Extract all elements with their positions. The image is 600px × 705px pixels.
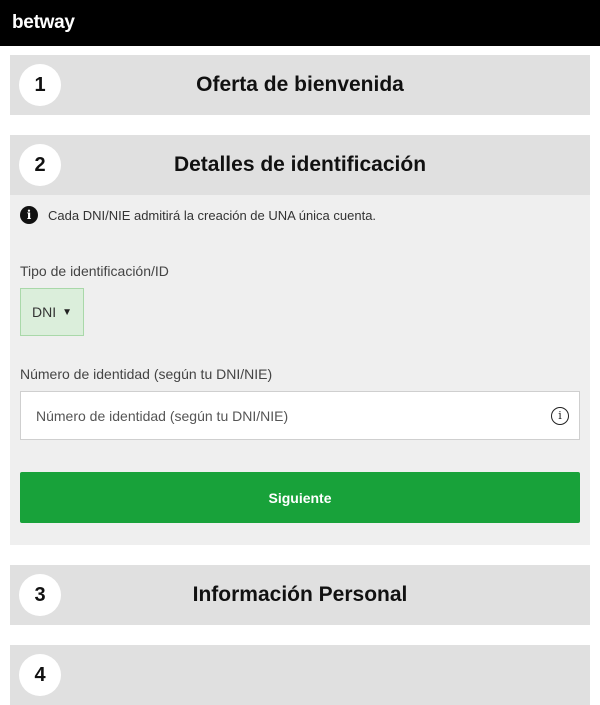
info-icon: i: [20, 206, 38, 224]
notice-text: Cada DNI/NIE admitirá la creación de UNA…: [48, 207, 377, 223]
step-title: Información Personal: [192, 583, 408, 606]
account-notice: i Cada DNI/NIE admitirá la creación de U…: [20, 205, 580, 225]
step-header[interactable]: 1 Oferta de bienvenida: [10, 55, 590, 115]
id-type-label: Tipo de identificación/ID: [20, 263, 169, 279]
top-bar: betway: [0, 0, 600, 46]
step-number-badge: 4: [19, 654, 61, 696]
step-number-badge: 1: [19, 64, 61, 106]
step-header[interactable]: 2 Detalles de identificación: [10, 135, 590, 195]
step-number-badge: 2: [19, 144, 61, 186]
step-title: Detalles de identificación: [173, 153, 427, 176]
id-type-value: DNI: [31, 304, 57, 320]
step-personal-info[interactable]: 3 Información Personal: [10, 565, 590, 625]
step-four[interactable]: 4: [10, 645, 590, 705]
step-identification: 2 Detalles de identificación i Cada DNI/…: [10, 135, 590, 545]
step-title: Oferta de bienvenida: [196, 73, 404, 96]
info-icon[interactable]: i: [551, 406, 569, 425]
identification-form: i Cada DNI/NIE admitirá la creación de U…: [10, 195, 590, 545]
step-header[interactable]: 3 Información Personal: [10, 565, 590, 625]
step-header[interactable]: 4: [10, 645, 590, 705]
next-button[interactable]: Siguiente: [20, 472, 580, 523]
id-number-input[interactable]: Número de identidad (según tu DNI/NIE) i: [20, 391, 580, 440]
id-type-select[interactable]: DNI ▼: [20, 288, 84, 336]
betway-logo[interactable]: betway: [12, 12, 75, 34]
step-welcome-offer[interactable]: 1 Oferta de bienvenida: [10, 55, 590, 115]
id-number-placeholder: Número de identidad (según tu DNI/NIE): [36, 407, 289, 424]
step-number-badge: 3: [19, 574, 61, 616]
chevron-down-icon: ▼: [62, 306, 73, 318]
id-number-label: Número de identidad (según tu DNI/NIE): [20, 366, 273, 382]
